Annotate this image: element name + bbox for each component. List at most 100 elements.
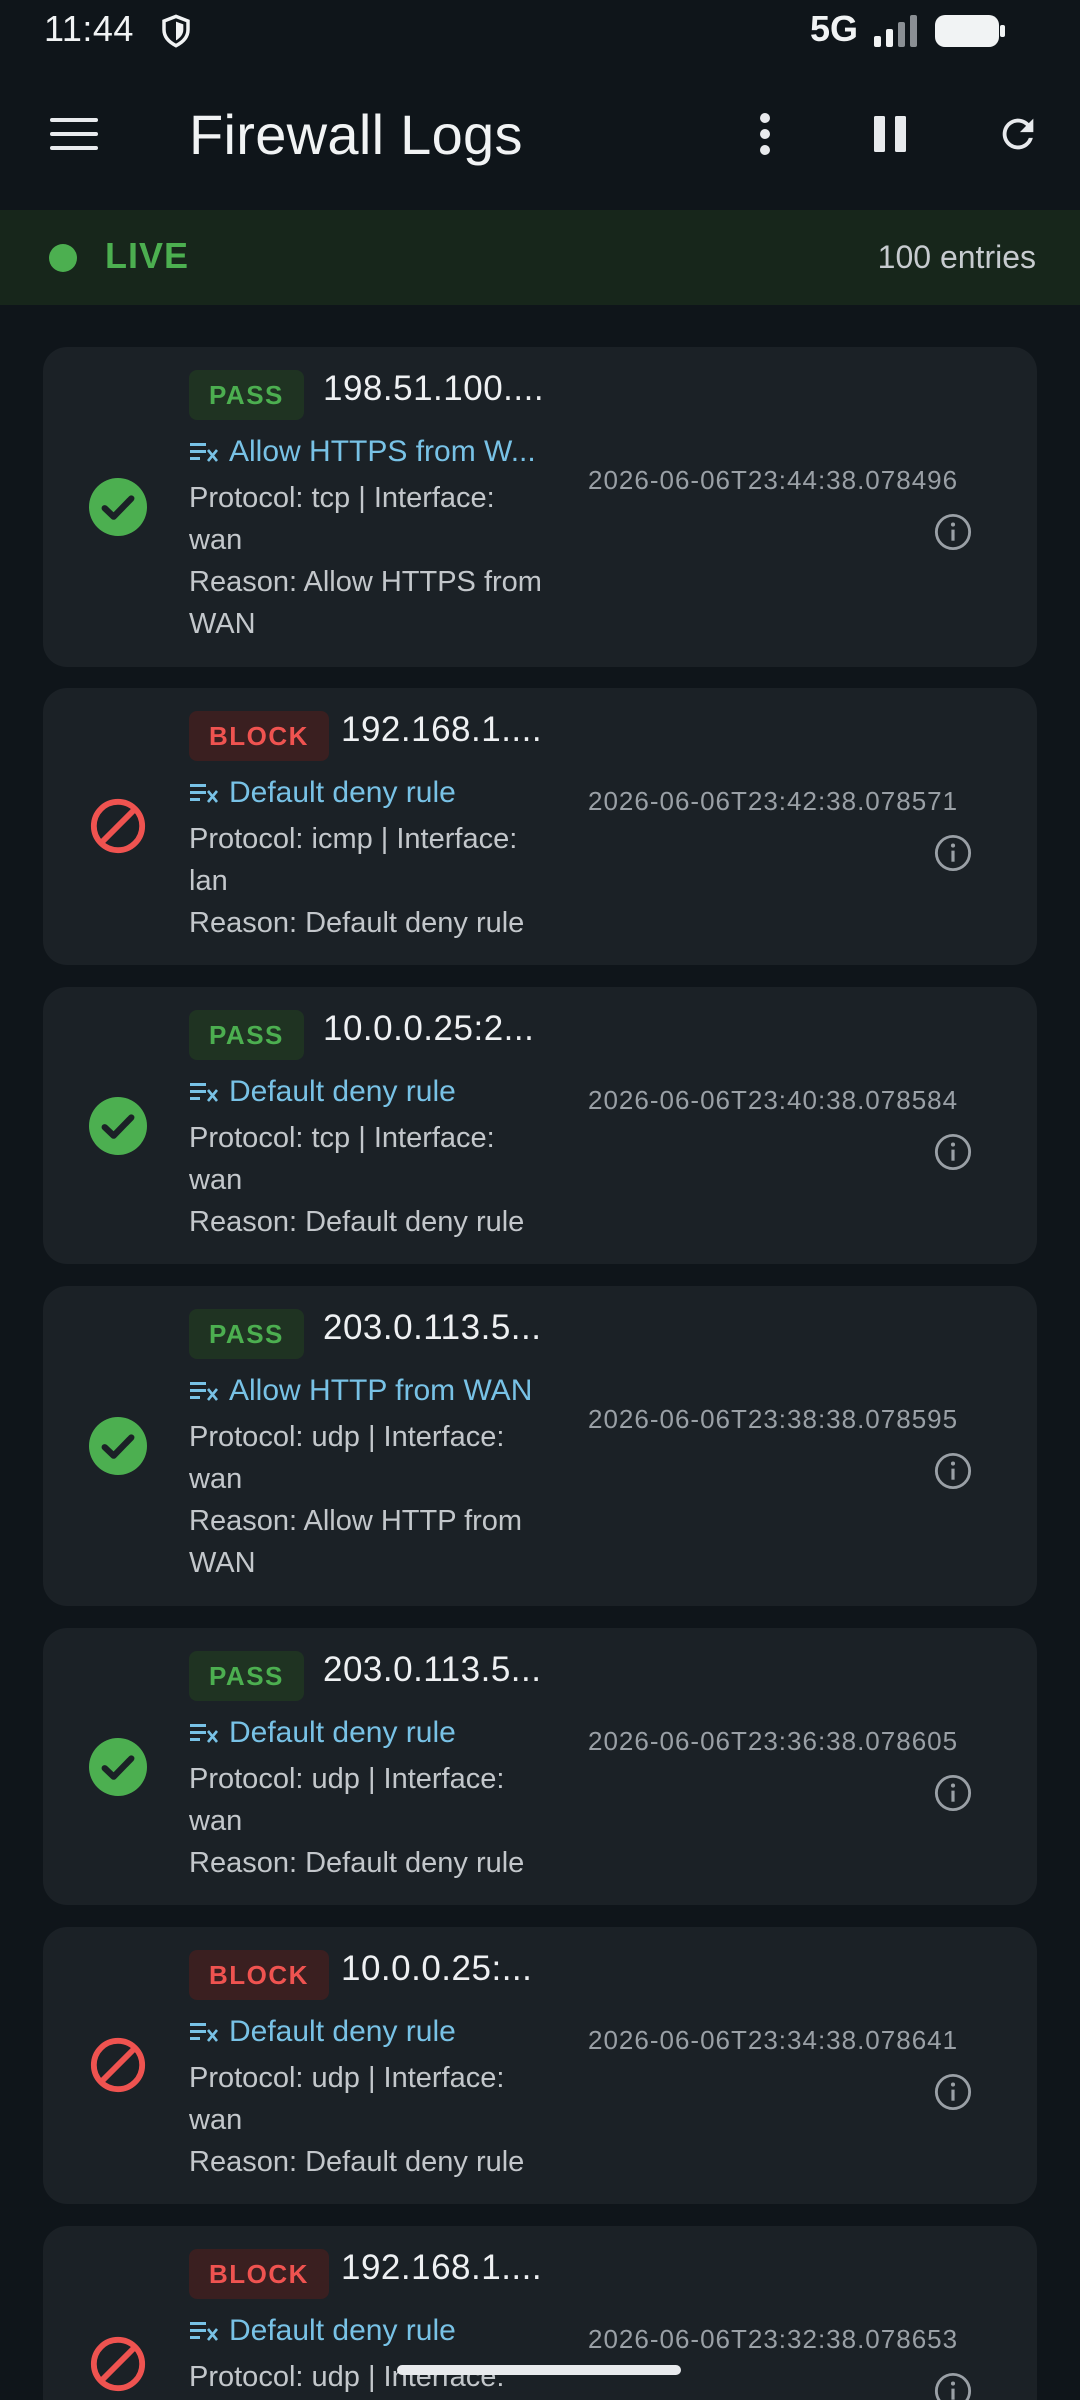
log-timestamp: 2026-06-06T23:42:38.078571: [588, 786, 959, 816]
action-tag: BLOCK: [189, 2249, 329, 2299]
protocol-interface: Protocol: tcp | Interface: wan: [189, 1122, 495, 1196]
protocol-interface: Protocol: tcp | Interface: wan: [189, 482, 495, 556]
rule-icon: [190, 2322, 219, 2341]
rule-icon: [190, 443, 219, 462]
log-entry-card[interactable]: PASS 203.0.113.5... Default deny rule Pr…: [43, 1628, 1037, 1905]
rule-line: Default deny rule: [189, 1716, 456, 1750]
action-tag: BLOCK: [189, 711, 329, 761]
log-details: Protocol: tcp | Interface: wan Reason: D…: [189, 1117, 549, 1243]
rule-line: Default deny rule: [189, 2314, 456, 2348]
signal-icon: [874, 15, 917, 47]
log-list[interactable]: PASS 198.51.100.... Allow HTTPS from W..…: [0, 305, 1080, 2400]
page-title: Firewall Logs: [189, 103, 523, 166]
rule-name: Default deny rule: [229, 776, 456, 809]
log-timestamp: 2026-06-06T23:36:38.078605: [588, 1726, 959, 1756]
log-entry-card[interactable]: BLOCK 192.168.1.... Default deny rule Pr…: [43, 688, 1037, 965]
protocol-interface: Protocol: udp | Interface: wan: [189, 1763, 505, 1837]
action-tag: BLOCK: [189, 1950, 329, 2000]
rule-name: Allow HTTPS from W...: [229, 435, 536, 468]
source-address: 203.0.113.5...: [323, 1650, 542, 1689]
refresh-icon: [1002, 118, 1034, 150]
rule-line: Allow HTTPS from W...: [189, 435, 536, 469]
rule-icon: [190, 784, 219, 803]
rule-name: Default deny rule: [229, 1716, 456, 1749]
reason-text: Reason: Default deny rule: [189, 1206, 525, 1238]
source-address: 10.0.0.25:2...: [323, 1009, 535, 1048]
log-timestamp: 2026-06-06T23:40:38.078584: [588, 1085, 959, 1115]
action-tag: PASS: [189, 1309, 304, 1359]
reason-text: Reason: Default deny rule: [189, 2146, 525, 2178]
app-bar: Firewall Logs: [0, 62, 1080, 210]
rule-icon: [190, 1724, 219, 1743]
live-status-banner: LIVE 100 entries: [0, 210, 1080, 305]
live-label: LIVE: [105, 235, 190, 276]
gesture-nav-handle[interactable]: [397, 2365, 681, 2375]
more-options-button[interactable]: [733, 102, 797, 166]
reason-text: Reason: Allow HTTPS from WAN: [189, 566, 542, 640]
protocol-interface: Protocol: udp | Interface: wan: [189, 2062, 505, 2136]
menu-button[interactable]: [42, 102, 106, 166]
check-circle-icon: [89, 478, 147, 536]
battery-icon: [935, 15, 1005, 47]
rule-icon: [190, 1382, 219, 1401]
reason-text: Reason: Default deny rule: [189, 1847, 525, 1879]
block-icon: [90, 2336, 146, 2392]
log-entry-card[interactable]: PASS 198.51.100.... Allow HTTPS from W..…: [43, 347, 1037, 667]
network-type: 5G: [810, 8, 859, 49]
block-icon: [90, 2037, 146, 2093]
info-icon[interactable]: [934, 834, 972, 872]
menu-icon: [50, 118, 98, 150]
more-vert-icon: [760, 113, 770, 155]
rule-icon: [190, 2023, 219, 2042]
rule-line: Allow HTTP from WAN: [189, 1374, 532, 1408]
info-icon[interactable]: [934, 1452, 972, 1490]
log-entry-card[interactable]: BLOCK 10.0.0.25:... Default deny rule Pr…: [43, 1927, 1037, 2204]
log-details: Protocol: udp | Interface: wan Reason: D…: [189, 1758, 549, 1884]
source-address: 198.51.100....: [323, 369, 545, 408]
rule-name: Default deny rule: [229, 1075, 456, 1108]
log-details: Protocol: udp | Interface: wan Reason: A…: [189, 1416, 549, 1584]
log-timestamp: 2026-06-06T23:44:38.078496: [588, 465, 959, 495]
source-address: 192.168.1....: [341, 2248, 543, 2287]
entries-count: 100 entries: [877, 239, 1036, 275]
log-entry-card[interactable]: PASS 10.0.0.25:2... Default deny rule Pr…: [43, 987, 1037, 1264]
shield-icon: [162, 14, 190, 48]
info-icon[interactable]: [934, 2073, 972, 2111]
refresh-button[interactable]: [986, 102, 1050, 166]
log-timestamp: 2026-06-06T23:34:38.078641: [588, 2025, 959, 2055]
pause-button[interactable]: [858, 102, 922, 166]
info-icon[interactable]: [934, 1774, 972, 1812]
block-icon: [90, 798, 146, 854]
check-circle-icon: [89, 1738, 147, 1796]
rule-name: Allow HTTP from WAN: [229, 1374, 533, 1407]
protocol-interface: Protocol: icmp | Interface: lan: [189, 823, 518, 897]
info-icon[interactable]: [934, 513, 972, 551]
log-timestamp: 2026-06-06T23:38:38.078595: [588, 1404, 959, 1434]
check-circle-icon: [89, 1097, 147, 1155]
status-time: 11:44: [44, 8, 134, 49]
status-bar: 11:44 5G: [0, 0, 1080, 62]
info-icon[interactable]: [934, 1133, 972, 1171]
action-tag: PASS: [189, 370, 304, 420]
action-tag: PASS: [189, 1651, 304, 1701]
log-details: Protocol: udp | Interface: wan Reason: D…: [189, 2057, 549, 2183]
log-details: Protocol: tcp | Interface: wan Reason: A…: [189, 477, 549, 645]
reason-text: Reason: Allow HTTP from WAN: [189, 1505, 523, 1579]
log-entry-card[interactable]: PASS 203.0.113.5... Allow HTTP from WAN …: [43, 1286, 1037, 1606]
source-address: 203.0.113.5...: [323, 1308, 542, 1347]
source-address: 10.0.0.25:...: [341, 1949, 533, 1988]
log-details: Protocol: icmp | Interface: lan Reason: …: [189, 818, 549, 944]
rule-icon: [190, 1083, 219, 1102]
rule-line: Default deny rule: [189, 1075, 456, 1109]
check-circle-icon: [89, 1417, 147, 1475]
live-indicator-dot: [49, 244, 77, 272]
rule-line: Default deny rule: [189, 776, 456, 810]
info-icon[interactable]: [934, 2372, 972, 2400]
protocol-interface: Protocol: udp | Interface:: [189, 2361, 505, 2393]
pause-icon: [874, 116, 906, 152]
rule-line: Default deny rule: [189, 2015, 456, 2049]
action-tag: PASS: [189, 1010, 304, 1060]
protocol-interface: Protocol: udp | Interface: wan: [189, 1421, 505, 1495]
log-details: Protocol: udp | Interface:: [189, 2356, 549, 2398]
rule-name: Default deny rule: [229, 2314, 456, 2347]
